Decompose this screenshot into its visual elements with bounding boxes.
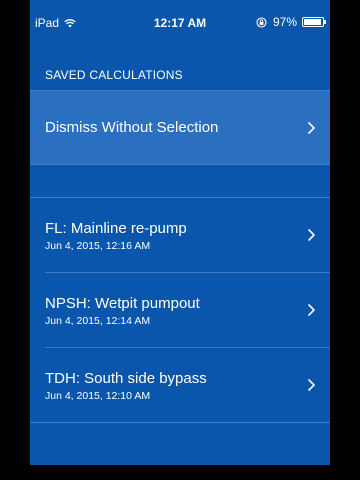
chevron-right-icon (307, 303, 316, 317)
dismiss-without-selection-row[interactable]: Dismiss Without Selection (30, 90, 330, 165)
orientation-lock-icon (256, 16, 267, 28)
dismiss-label: Dismiss Without Selection (45, 119, 219, 136)
chevron-right-icon (307, 378, 316, 392)
status-right: 97% (256, 15, 326, 29)
battery-fill (304, 19, 321, 25)
calculation-date: Jun 4, 2015, 12:10 AM (45, 390, 151, 402)
status-bar: iPad 12:17 AM 97% (30, 0, 330, 40)
chevron-right-icon (307, 121, 316, 135)
calculation-row[interactable]: TDH: South side bypass Jun 4, 2015, 12:1… (30, 348, 330, 423)
calculation-row[interactable]: NPSH: Wetpit pumpout Jun 4, 2015, 12:14 … (30, 273, 330, 348)
calculation-title: NPSH: Wetpit pumpout (45, 295, 200, 312)
row-divider (30, 422, 330, 423)
calculation-date: Jun 4, 2015, 12:14 AM (45, 315, 151, 327)
battery-percent: 97% (272, 15, 297, 29)
screen: iPad 12:17 AM 97% SAVED CALCULATIONS Dis… (30, 0, 330, 465)
calculation-title: TDH: South side bypass (45, 370, 207, 387)
battery-tip (324, 20, 326, 24)
calculation-title: FL: Mainline re-pump (45, 220, 187, 237)
calculation-row[interactable]: FL: Mainline re-pump Jun 4, 2015, 12:16 … (30, 198, 330, 273)
chevron-right-icon (307, 228, 316, 242)
section-header: SAVED CALCULATIONS (45, 68, 183, 82)
battery-icon (302, 17, 326, 27)
calculation-date: Jun 4, 2015, 12:16 AM (45, 240, 151, 252)
